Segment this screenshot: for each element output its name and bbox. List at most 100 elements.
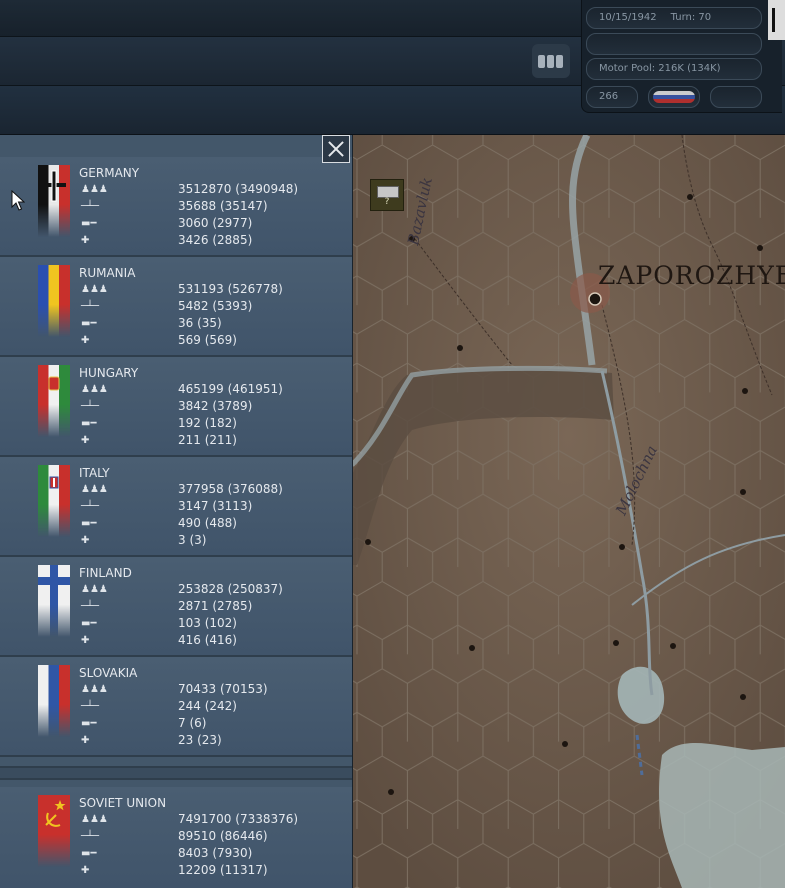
manpower-value: 377958 (376088) — [178, 482, 283, 496]
tanks-value: 103 (102) — [178, 616, 237, 630]
panel-divider — [0, 766, 352, 780]
nation-name: RUMANIA — [79, 266, 136, 280]
aircraft-icon: ✚ — [81, 865, 90, 876]
date-turn-display: 10/15/1942 Turn: 70 — [586, 7, 762, 29]
unit-bar-icon — [538, 55, 545, 68]
turn-text: Turn: 70 — [670, 12, 712, 23]
soviet-flag-icon — [38, 795, 70, 867]
aircraft-icon: ✚ — [81, 735, 90, 746]
guns-value: 89510 (86446) — [178, 829, 268, 843]
infantry-icon: ♟♟♟ — [81, 284, 108, 295]
german-flag-icon — [768, 0, 785, 40]
aircraft-icon: ✚ — [81, 335, 90, 346]
german-flag-icon — [38, 165, 70, 237]
nation-row-soviet-union: SOVIET UNION ♟♟♟ 7491700 (7338376) ─┴─ 895… — [0, 787, 352, 888]
italian-flag-icon — [38, 465, 70, 537]
motor-pool-display: Motor Pool: 216K (134K) — [586, 58, 762, 80]
aircraft-value: 3 (3) — [178, 533, 207, 547]
aircraft-icon: ✚ — [81, 235, 90, 246]
manpower-value: 531193 (526778) — [178, 282, 283, 296]
infantry-icon: ♟♟♟ — [81, 484, 108, 495]
gun-icon: ─┴─ — [81, 701, 100, 712]
nation-name: ITALY — [79, 466, 110, 480]
infantry-icon: ♟♟♟ — [81, 814, 108, 825]
hungarian-flag-icon — [38, 365, 70, 437]
guns-value: 3147 (3113) — [178, 499, 253, 513]
tank-icon: ▬━ — [81, 218, 97, 229]
aircraft-value: 416 (416) — [178, 633, 237, 647]
aircraft-value: 3426 (2885) — [178, 233, 253, 247]
nation-name: HUNGARY — [79, 366, 139, 380]
infantry-icon: ♟♟♟ — [81, 684, 108, 695]
gun-icon: ─┴─ — [81, 831, 100, 842]
nation-flag-button[interactable] — [648, 86, 700, 108]
infantry-icon: ♟♟♟ — [81, 184, 108, 195]
nation-row-slovakia: SLOVAKIA ♟♟♟ 70433 (70153) ─┴─ 244 (242) ▬… — [0, 657, 352, 757]
nation-row-italy: ITALY ♟♟♟ 377958 (376088) ─┴─ 3147 (3113) … — [0, 457, 352, 557]
tanks-value: 192 (182) — [178, 416, 237, 430]
aircraft-icon: ✚ — [81, 435, 90, 446]
tanks-value: 36 (35) — [178, 316, 222, 330]
nation-name: FINLAND — [79, 566, 132, 580]
tanks-value: 490 (488) — [178, 516, 237, 530]
tank-icon: ▬━ — [81, 848, 97, 859]
nation-name: SLOVAKIA — [79, 666, 138, 680]
tank-icon: ▬━ — [81, 518, 97, 529]
manpower-value: 70433 (70153) — [178, 682, 268, 696]
aircraft-icon: ✚ — [81, 535, 90, 546]
tank-icon: ▬━ — [81, 618, 97, 629]
map-view[interactable]: ZAPOROZHYE Bazavluk Molochna ? — [352, 135, 785, 888]
slovak-flag-icon — [38, 665, 70, 737]
tanks-value: 3060 (2977) — [178, 216, 253, 230]
date-text: 10/15/1942 — [599, 12, 657, 23]
nation-row-finland: FINLAND ♟♟♟ 253828 (250837) ─┴─ 2871 (2785… — [0, 557, 352, 657]
tanks-value: 7 (6) — [178, 716, 207, 730]
nations-panel: GERMANY ♟♟♟ 3512870 (3490948) ─┴─ 35688 (3… — [0, 135, 353, 888]
unknown-unit-counter[interactable]: ? — [370, 179, 404, 211]
rumanian-flag-icon — [38, 265, 70, 337]
units-button[interactable] — [532, 44, 570, 78]
manpower-value: 253828 (250837) — [178, 582, 283, 596]
guns-value: 35688 (35147) — [178, 199, 268, 213]
unit-label: ? — [384, 197, 390, 207]
guns-value: 244 (242) — [178, 699, 237, 713]
nation-row-rumania: RUMANIA ♟♟♟ 531193 (526778) ─┴─ 5482 (5393… — [0, 257, 352, 357]
guns-value: 5482 (5393) — [178, 299, 253, 313]
guns-value: 3842 (3789) — [178, 399, 253, 413]
tank-icon: ▬━ — [81, 718, 97, 729]
tank-icon: ▬━ — [81, 318, 97, 329]
unit-bar-icon — [547, 55, 554, 68]
infantry-icon: ♟♟♟ — [81, 384, 108, 395]
counter-display: 266 — [586, 86, 638, 108]
gun-icon: ─┴─ — [81, 201, 100, 212]
unit-bar-icon — [556, 55, 563, 68]
aircraft-icon: ✚ — [81, 635, 90, 646]
nation-row-germany: GERMANY ♟♟♟ 3512870 (3490948) ─┴─ 35688 (3… — [0, 157, 352, 257]
gun-icon: ─┴─ — [81, 301, 100, 312]
close-button[interactable] — [322, 135, 350, 163]
gun-icon: ─┴─ — [81, 501, 100, 512]
empty-slot-button[interactable] — [710, 86, 762, 108]
guns-value: 2871 (2785) — [178, 599, 253, 613]
aircraft-value: 211 (211) — [178, 433, 237, 447]
flag-icon — [653, 91, 695, 103]
info-pill — [586, 33, 762, 55]
nation-name: GERMANY — [79, 166, 140, 180]
city-label-zaporozhye: ZAPOROZHYE — [598, 261, 785, 290]
aircraft-value: 569 (569) — [178, 333, 237, 347]
aircraft-value: 23 (23) — [178, 733, 222, 747]
nation-row-hungary: HUNGARY ♟♟♟ 465199 (461951) ─┴─ 3842 (3789… — [0, 357, 352, 457]
map-canvas[interactable] — [352, 135, 785, 888]
gun-icon: ─┴─ — [81, 401, 100, 412]
infantry-icon: ♟♟♟ — [81, 584, 108, 595]
finnish-flag-icon — [38, 565, 70, 637]
manpower-value: 7491700 (7338376) — [178, 812, 299, 826]
aircraft-value: 12209 (11317) — [178, 863, 268, 877]
tank-icon: ▬━ — [81, 418, 97, 429]
tanks-value: 8403 (7930) — [178, 846, 253, 860]
manpower-value: 465199 (461951) — [178, 382, 283, 396]
nation-name: SOVIET UNION — [79, 796, 167, 810]
manpower-value: 3512870 (3490948) — [178, 182, 299, 196]
gun-icon: ─┴─ — [81, 601, 100, 612]
mouse-cursor-icon — [11, 190, 25, 211]
